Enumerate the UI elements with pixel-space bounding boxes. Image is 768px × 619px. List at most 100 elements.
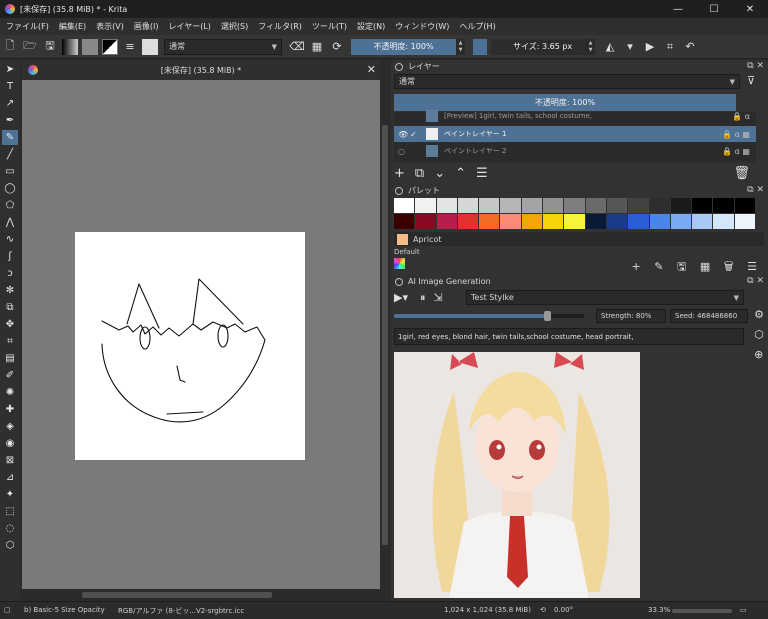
- settings-gear-icon[interactable]: ⚙: [754, 308, 764, 328]
- status-zoom[interactable]: 33.3%: [648, 606, 670, 614]
- docker-float-close-icons[interactable]: ⧉ ✕: [747, 276, 764, 286]
- layer-blend-mode-select[interactable]: 通常 ▼: [394, 74, 740, 89]
- layer-lock-icon[interactable]: 🔒 α: [732, 112, 750, 121]
- layer-filter-icon[interactable]: ⊽: [747, 74, 763, 89]
- apply-icon[interactable]: ⇲: [433, 291, 442, 304]
- style-select[interactable]: Test Stylke ▼: [466, 290, 744, 305]
- palette-select-icon[interactable]: [394, 258, 405, 269]
- palette-color-cell[interactable]: [479, 214, 500, 229]
- gradient-swatch[interactable]: [62, 38, 78, 55]
- enclose-fill-icon[interactable]: ◉: [2, 436, 18, 451]
- dynamic-brush-icon[interactable]: ↄ: [2, 266, 18, 281]
- pause-icon[interactable]: ⏸: [420, 291, 426, 305]
- palette-color-cell[interactable]: [394, 214, 415, 229]
- assistant-tool-icon[interactable]: ⊠: [2, 453, 18, 468]
- ellipse-tool-icon[interactable]: ◯: [2, 181, 18, 196]
- palette-color-cell[interactable]: [436, 214, 457, 229]
- visibility-eye-icon[interactable]: 👁: [398, 130, 410, 139]
- generate-play-icon[interactable]: ▶▾: [394, 291, 408, 304]
- reference-tool-icon[interactable]: ✦: [2, 487, 18, 502]
- measure-tool-icon[interactable]: ⊿: [2, 470, 18, 485]
- brush-preset-swatch[interactable]: [142, 38, 158, 55]
- prompt-input[interactable]: 1girl, red eyes, blond hair, twin tails,…: [394, 328, 744, 345]
- vertical-scrollbar[interactable]: [380, 80, 390, 589]
- palette-color-cell[interactable]: [649, 198, 670, 213]
- palette-color-cell[interactable]: [649, 214, 670, 229]
- menu-select[interactable]: 選択(S): [221, 21, 248, 32]
- text-tool-icon[interactable]: T: [2, 79, 18, 94]
- select-cursor-icon[interactable]: ➤: [2, 62, 18, 77]
- palette-color-cell[interactable]: [628, 214, 649, 229]
- selected-color-entry[interactable]: Apricot: [394, 232, 764, 246]
- menu-help[interactable]: ヘルプ(H): [459, 21, 495, 32]
- size-spin[interactable]: ▲ ▼: [586, 38, 595, 55]
- layer-row-preview[interactable]: [Preview] 1girl, twin tails, school cost…: [394, 108, 756, 124]
- canvas-tab[interactable]: [未保存] (35.8 MiB) * ✕: [22, 60, 380, 80]
- crop-tool-icon[interactable]: ⌗: [2, 334, 18, 349]
- menu-tools[interactable]: ツール(T): [312, 21, 347, 32]
- palette-color-cell[interactable]: [692, 214, 713, 229]
- palette-color-cell[interactable]: [415, 214, 436, 229]
- docker-float-close-icons[interactable]: ⧉ ✕: [747, 61, 764, 71]
- palette-color-cell[interactable]: [670, 214, 692, 229]
- layer-properties-icon[interactable]: ☰: [476, 166, 488, 181]
- rect-select-icon[interactable]: ⬚: [2, 504, 18, 519]
- pattern-swatch[interactable]: [82, 38, 98, 55]
- opacity-slider[interactable]: 不透明度: 100%: [351, 38, 456, 55]
- layer-lock-icon[interactable]: 🔒 α ▦: [722, 130, 750, 139]
- ellipse-select-icon[interactable]: ◌: [2, 521, 18, 536]
- palette-color-cell[interactable]: [734, 214, 756, 229]
- palette-color-cell[interactable]: [692, 198, 713, 213]
- menu-filter[interactable]: フィルタ(R): [258, 21, 302, 32]
- palette-color-cell[interactable]: [457, 214, 479, 229]
- close-canvas-icon[interactable]: ✕: [367, 63, 376, 76]
- polyline-tool-icon[interactable]: ⋀: [2, 215, 18, 230]
- freehand-brush-icon[interactable]: ✎: [2, 130, 18, 145]
- layer-checkbox[interactable]: ✓: [410, 130, 422, 139]
- palette-color-cell[interactable]: [713, 214, 734, 229]
- duplicate-layer-icon[interactable]: ⧉: [415, 166, 424, 181]
- docker-float-close-icons[interactable]: ⧉ ✕: [747, 185, 764, 195]
- strength-field[interactable]: Strength: 80%: [596, 309, 666, 323]
- status-color-space[interactable]: RGB/アルファ (8-ビッ...V2-srgbtrc.icc: [118, 606, 244, 616]
- alpha-lock-icon[interactable]: ▦: [308, 38, 326, 56]
- poly-select-icon[interactable]: ⬡: [2, 538, 18, 553]
- smart-patch-icon[interactable]: ✚: [2, 402, 18, 417]
- reload-preset-icon[interactable]: ⟳: [328, 38, 346, 56]
- progress-slider-knob[interactable]: [544, 311, 551, 321]
- menu-settings[interactable]: 設定(N): [357, 21, 385, 32]
- transform-tool-icon[interactable]: ⧉: [2, 300, 18, 315]
- wrap-around-icon[interactable]: ▶: [641, 38, 659, 56]
- calligraphy-icon[interactable]: ✒: [2, 113, 18, 128]
- palette-color-cell[interactable]: [394, 198, 415, 213]
- palette-color-cell[interactable]: [670, 198, 692, 213]
- open-document-icon[interactable]: 🗁: [21, 38, 39, 56]
- palette-color-cell[interactable]: [500, 198, 521, 213]
- palette-color-cell[interactable]: [713, 198, 734, 213]
- layer-row-paint-2[interactable]: ○ ペイントレイヤー 2 🔒 α ▦: [394, 143, 756, 159]
- colorize-mask-icon[interactable]: ✺: [2, 385, 18, 400]
- palette-color-cell[interactable]: [606, 198, 628, 213]
- horizontal-scroll-thumb[interactable]: [82, 592, 272, 598]
- menu-file[interactable]: ファイル(F): [6, 21, 49, 32]
- zoom-slider[interactable]: [672, 609, 732, 613]
- new-document-icon[interactable]: 🗋: [1, 38, 19, 56]
- opacity-spin[interactable]: ▲ ▼: [456, 38, 465, 55]
- palette-color-cell[interactable]: [500, 214, 521, 229]
- color-picker-icon[interactable]: ✐: [2, 368, 18, 383]
- close-window-button[interactable]: ✕: [732, 0, 768, 18]
- palette-color-cell[interactable]: [479, 198, 500, 213]
- move-layer-down-icon[interactable]: ⌄: [434, 166, 445, 181]
- vertical-scroll-thumb[interactable]: [382, 125, 388, 545]
- fg-bg-color-swatch[interactable]: [102, 38, 118, 55]
- palette-color-cell[interactable]: [564, 214, 585, 229]
- fill-tool-icon[interactable]: ◈: [2, 419, 18, 434]
- size-slider[interactable]: サイズ: 3.65 px: [491, 38, 586, 55]
- layer-row-paint-1[interactable]: 👁 ✓ ペイントレイヤー 1 🔒 α ▦: [394, 126, 756, 142]
- monitor-icon[interactable]: ▭: [740, 606, 747, 614]
- move-layer-up-icon[interactable]: ⌃: [455, 166, 466, 181]
- add-region-icon[interactable]: ⊕: [754, 348, 764, 368]
- palette-color-cell[interactable]: [606, 214, 628, 229]
- edit-shapes-icon[interactable]: ↗: [2, 96, 18, 111]
- canvas-viewport[interactable]: [22, 80, 380, 589]
